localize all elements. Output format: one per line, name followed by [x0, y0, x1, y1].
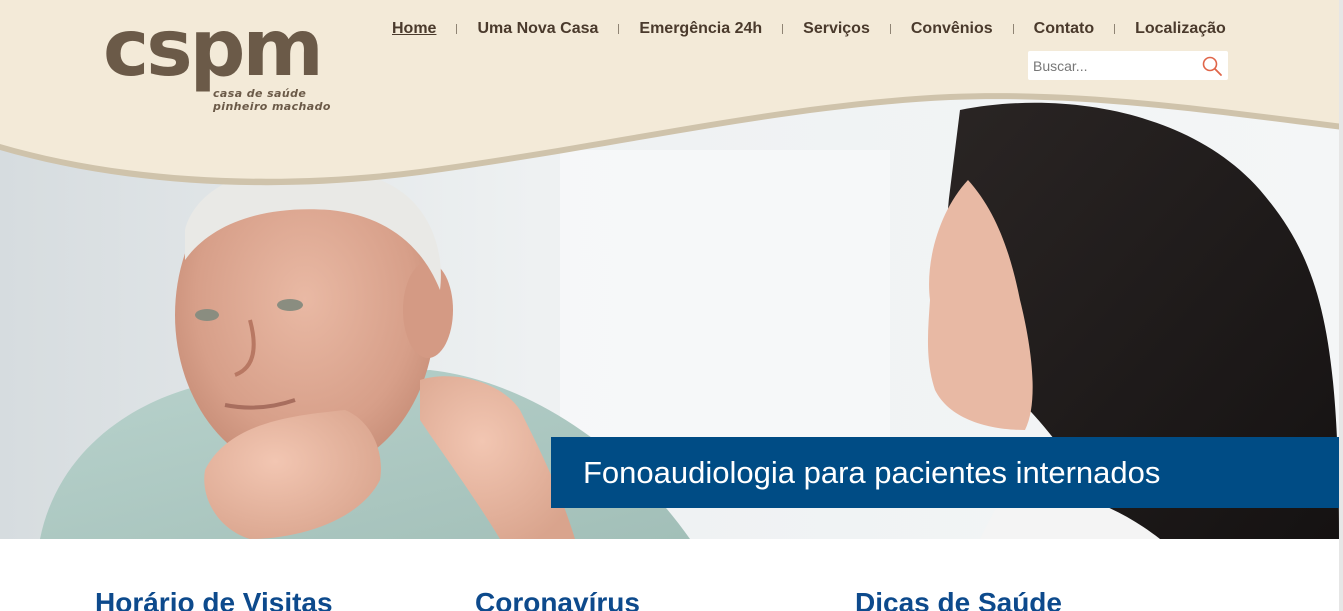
search-box	[1028, 51, 1228, 80]
search-input[interactable]	[1028, 51, 1188, 80]
nav-item-convenios[interactable]: Convênios	[911, 20, 993, 38]
nav-separator	[1012, 24, 1014, 34]
section-title-dicas-saude[interactable]: Dicas de Saúde	[855, 587, 1062, 611]
site-logo[interactable]: cspm casa de saúde pinheiro machado	[103, 10, 331, 118]
nav-item-uma-nova-casa[interactable]: Uma Nova Casa	[477, 20, 598, 38]
logo-wordmark: cspm	[103, 4, 324, 94]
nav-item-contato[interactable]: Contato	[1034, 20, 1094, 38]
nav-separator	[618, 24, 620, 34]
nav-item-home[interactable]: Home	[392, 20, 436, 38]
nav-separator	[1114, 24, 1116, 34]
logo-tagline-line2: pinheiro machado	[213, 100, 331, 113]
page-edge-strip	[1339, 0, 1343, 611]
section-title-coronavirus[interactable]: Coronavírus	[475, 587, 640, 611]
main-navigation: Home Uma Nova Casa Emergência 24h Serviç…	[392, 18, 1226, 40]
hero-caption-banner[interactable]: Fonoaudiologia para pacientes internados	[551, 437, 1339, 508]
hero-caption-text: Fonoaudiologia para pacientes internados	[583, 454, 1161, 490]
section-title-horario-visitas[interactable]: Horário de Visitas	[95, 587, 333, 611]
nav-item-servicos[interactable]: Serviços	[803, 20, 870, 38]
nav-separator	[456, 24, 458, 34]
search-icon[interactable]	[1201, 55, 1223, 77]
nav-separator	[889, 24, 891, 34]
nav-separator	[782, 24, 784, 34]
logo-tagline-line1: casa de saúde	[213, 87, 307, 100]
nav-item-emergencia[interactable]: Emergência 24h	[639, 20, 762, 38]
nav-item-localizacao[interactable]: Localização	[1135, 20, 1226, 38]
